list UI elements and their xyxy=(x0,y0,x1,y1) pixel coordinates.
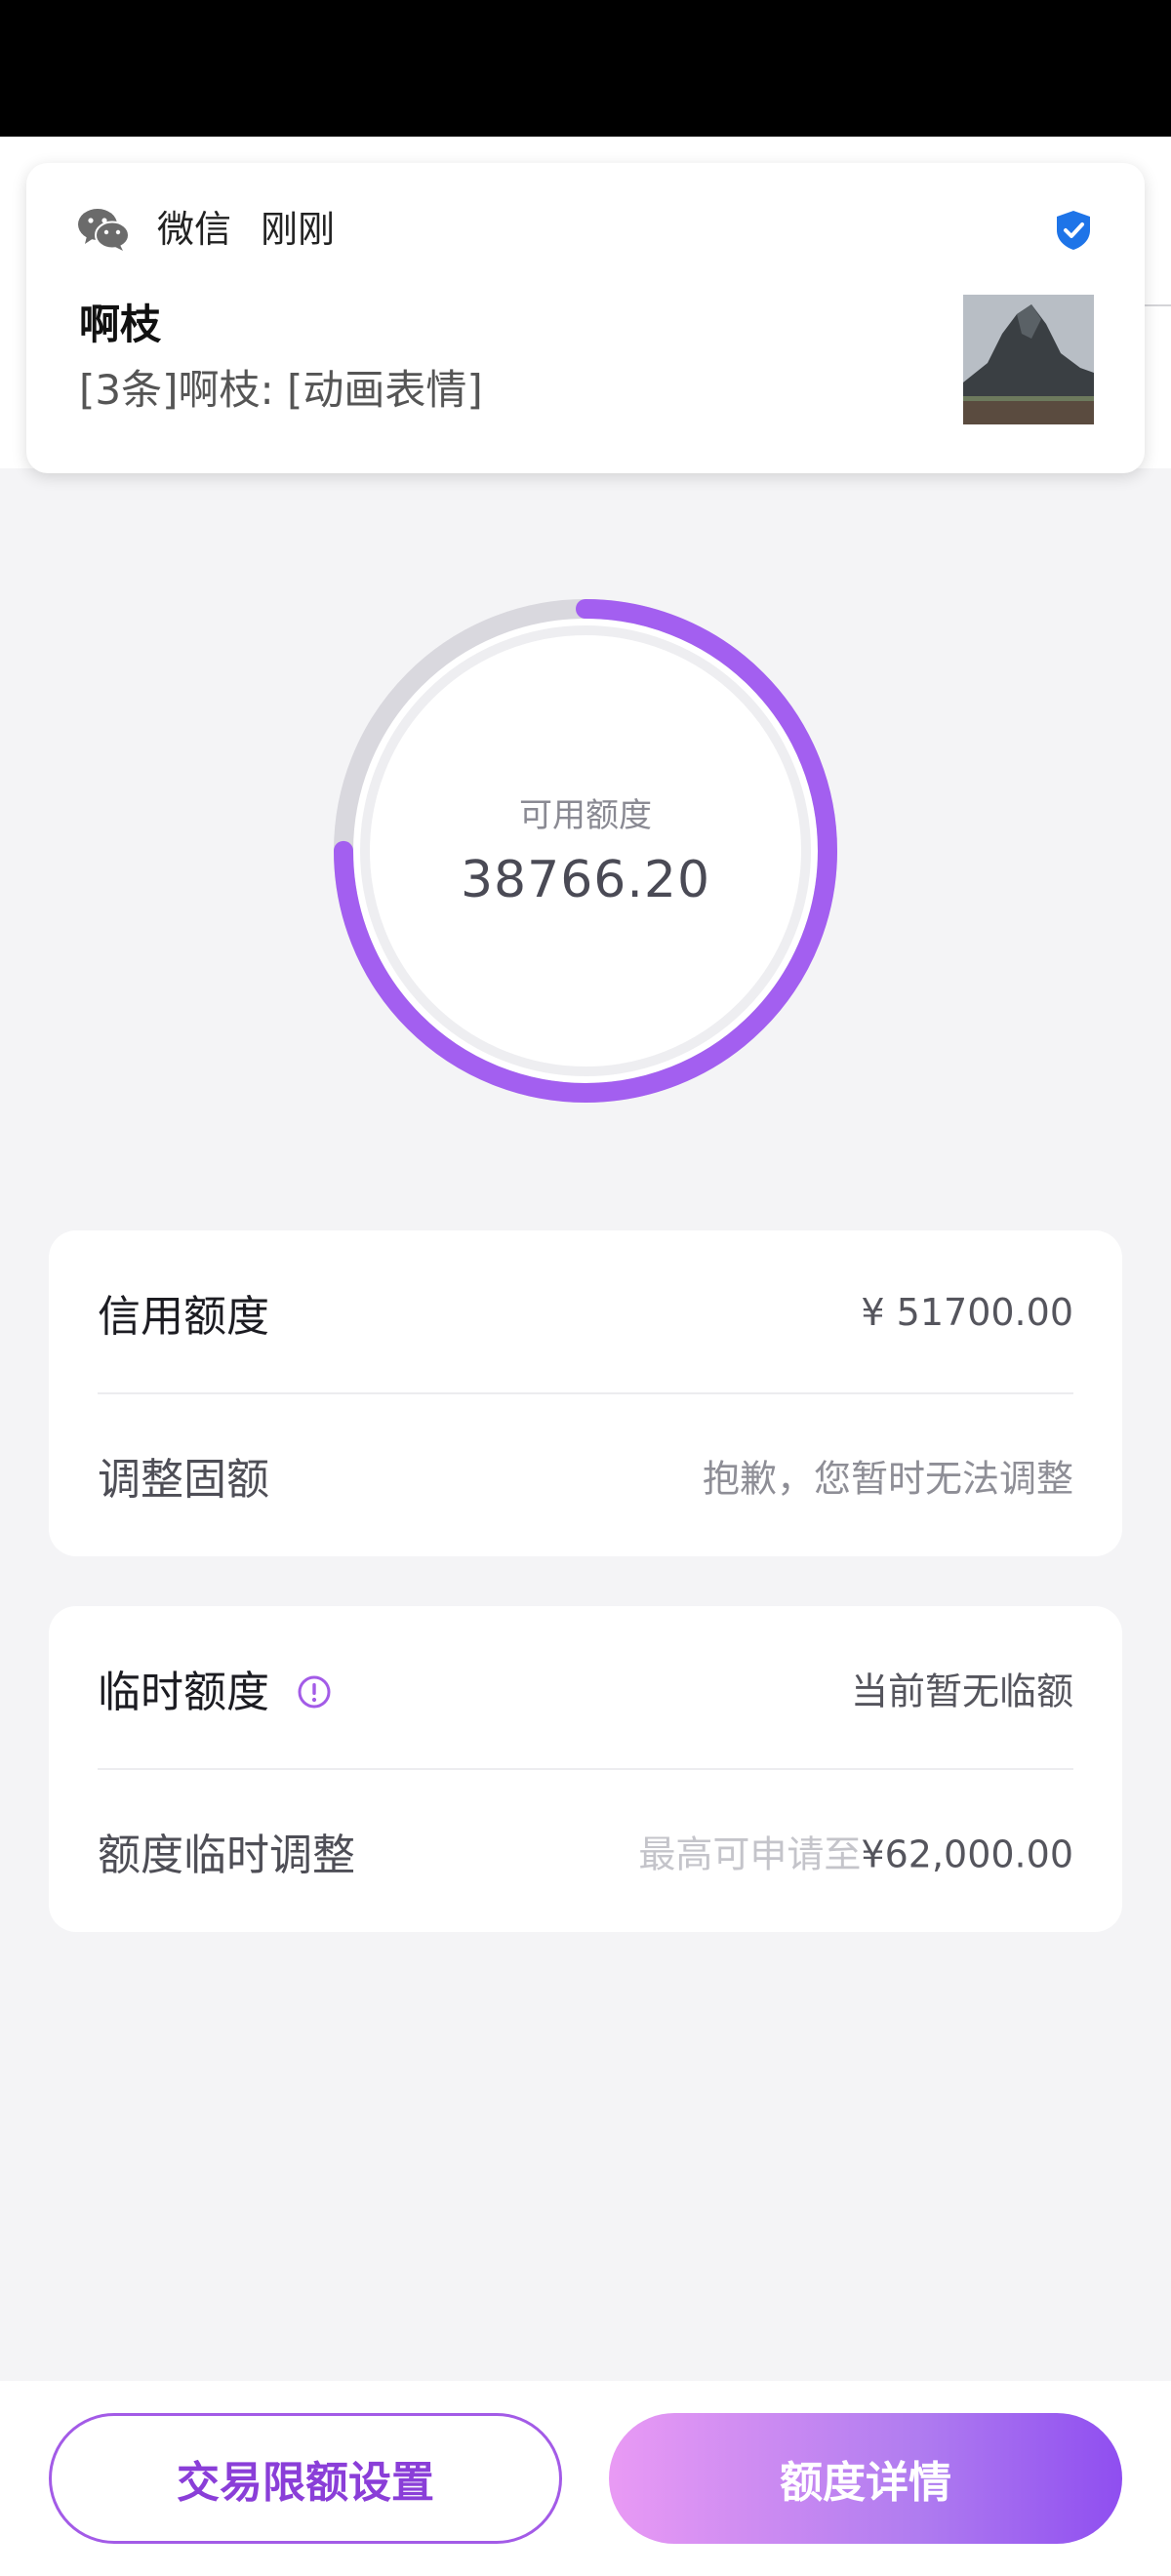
status-bar xyxy=(0,0,1171,137)
header-divider xyxy=(1142,304,1171,306)
temporary-limit-row: 临时额度 当前暂无临额 xyxy=(98,1606,1073,1769)
limit-details-button[interactable]: 额度详情 xyxy=(609,2413,1122,2544)
notification-app-name: 微信 xyxy=(157,208,232,251)
temporary-limit-label: 临时额度 xyxy=(98,1667,269,1717)
temporary-limit-value: 当前暂无临额 xyxy=(850,1670,1073,1712)
credit-limit-value: ¥ 51700.00 xyxy=(861,1290,1073,1334)
temporary-adjust-row[interactable]: 额度临时调整 最高可申请至¥62,000.00 xyxy=(98,1769,1073,1932)
adjust-fixed-limit-row[interactable]: 调整固额 抱歉，您暂时无法调整 xyxy=(98,1393,1073,1556)
temporary-limit-card: 临时额度 当前暂无临额 额度临时调整 最高可申请至¥62,000.00 xyxy=(49,1606,1122,1932)
temporary-adjust-amount: ¥62,000.00 xyxy=(861,1832,1073,1875)
credit-limit-card: 信用额度 ¥ 51700.00 调整固额 抱歉，您暂时无法调整 xyxy=(49,1230,1122,1556)
temporary-adjust-label: 额度临时调整 xyxy=(98,1830,355,1880)
available-credit-value: 38766.20 xyxy=(460,851,711,909)
adjust-fixed-limit-status: 抱歉，您暂时无法调整 xyxy=(702,1457,1073,1500)
notification-time: 刚刚 xyxy=(261,208,336,251)
wechat-icon xyxy=(78,209,130,251)
credit-limit-label: 信用额度 xyxy=(98,1291,269,1342)
temporary-adjust-value: 最高可申请至¥62,000.00 xyxy=(638,1824,1073,1877)
adjust-fixed-limit-label: 调整固额 xyxy=(98,1454,269,1505)
temporary-limit-label-group: 临时额度 xyxy=(98,1657,332,1719)
wechat-notification[interactable]: 微信 刚刚 啊枝 [3条]啊枝: [动画表情] xyxy=(26,163,1145,473)
credit-limit-row: 信用额度 ¥ 51700.00 xyxy=(98,1230,1073,1393)
notification-sender: 啊枝 xyxy=(79,301,162,348)
temporary-adjust-hint: 最高可申请至 xyxy=(638,1832,862,1875)
info-circle-icon[interactable] xyxy=(297,1674,332,1710)
limit-settings-button[interactable]: 交易限额设置 xyxy=(49,2413,562,2544)
notification-thumbnail xyxy=(963,295,1094,424)
available-credit-label: 可用额度 xyxy=(519,796,652,835)
shield-check-icon xyxy=(1057,211,1090,250)
notification-message: [3条]啊枝: [动画表情] xyxy=(79,366,483,414)
